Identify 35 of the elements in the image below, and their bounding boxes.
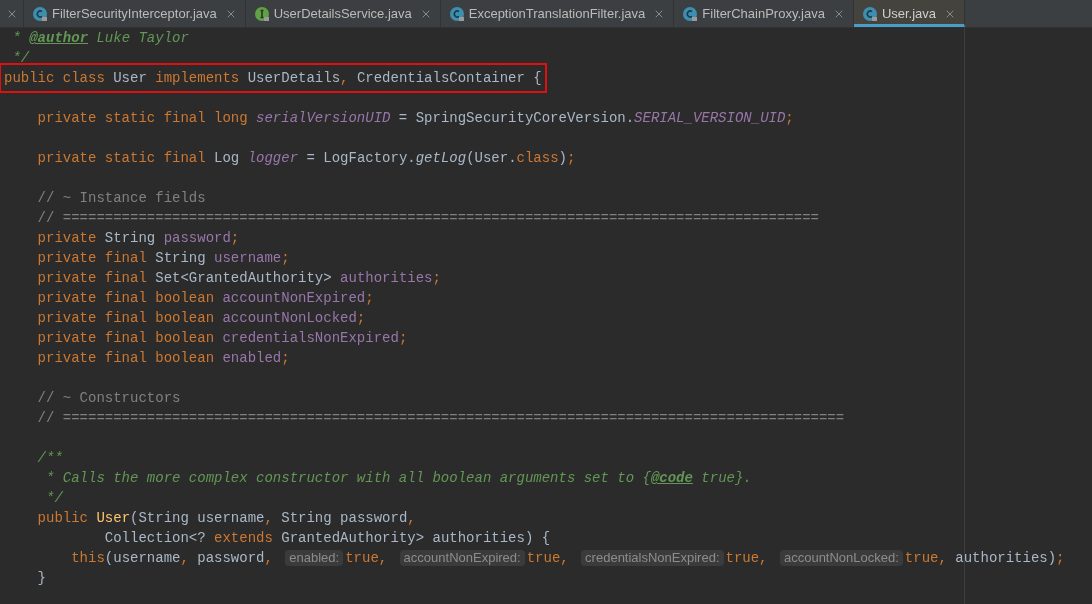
code-line: private final boolean accountNonExpired; xyxy=(36,289,375,308)
code-text: true, xyxy=(526,549,570,568)
parameter-hint: enabled: xyxy=(285,550,344,566)
code-line: private static final Log logger = LogFactory.getLog(User.class); xyxy=(36,149,577,168)
class-icon xyxy=(32,5,48,22)
code-line: */ xyxy=(45,489,64,508)
code-line: private static final long serialVersionUID = SpringSecurityCoreVersion.SERIAL_VERSION_UID; xyxy=(36,109,795,128)
parameter-hint: accountNonExpired: xyxy=(399,550,525,566)
class-icon xyxy=(448,5,465,22)
code-line: // ~ Constructors xyxy=(36,389,182,408)
code-line: private final boolean accountNonLocked; xyxy=(36,309,367,328)
code-text: true, xyxy=(725,549,769,568)
code-line: // ~ Instance fields xyxy=(36,189,207,208)
code-line: // ============================================================================================= xyxy=(36,409,846,428)
code-line: * Calls the more complex constructor with all boolean arguments set to {@code true}. xyxy=(45,469,753,488)
code-line: private final String username; xyxy=(36,249,291,268)
class-icon xyxy=(682,5,699,22)
code-line: private final Set<GrantedAuthority> authorities; xyxy=(36,269,442,288)
parameter-hint: accountNonLocked: xyxy=(779,550,903,566)
code-line: // ========================================================================================== xyxy=(36,209,820,228)
code-line: private final boolean credentialsNonExpired; xyxy=(36,329,409,348)
code-line: Collection<? extends GrantedAuthority> authorities) { xyxy=(103,529,552,548)
code-text: true, xyxy=(345,549,389,568)
code-line: * @author Luke Taylor xyxy=(11,29,190,48)
parameter-hint: credentialsNonExpired: xyxy=(581,550,724,566)
code-text: true, authorities); xyxy=(904,549,1065,568)
class-icon xyxy=(861,5,878,22)
code-line: /** xyxy=(36,449,64,468)
code-line: private String password; xyxy=(36,229,241,248)
code-line: private final boolean enabled; xyxy=(36,349,291,368)
interface-icon xyxy=(253,5,270,22)
code-text: this(username, password, xyxy=(70,549,274,568)
code-line: public User(String username, String password, xyxy=(36,509,417,528)
code-line: } xyxy=(36,569,47,588)
editor-tab[interactable]: User.java xyxy=(853,0,966,27)
